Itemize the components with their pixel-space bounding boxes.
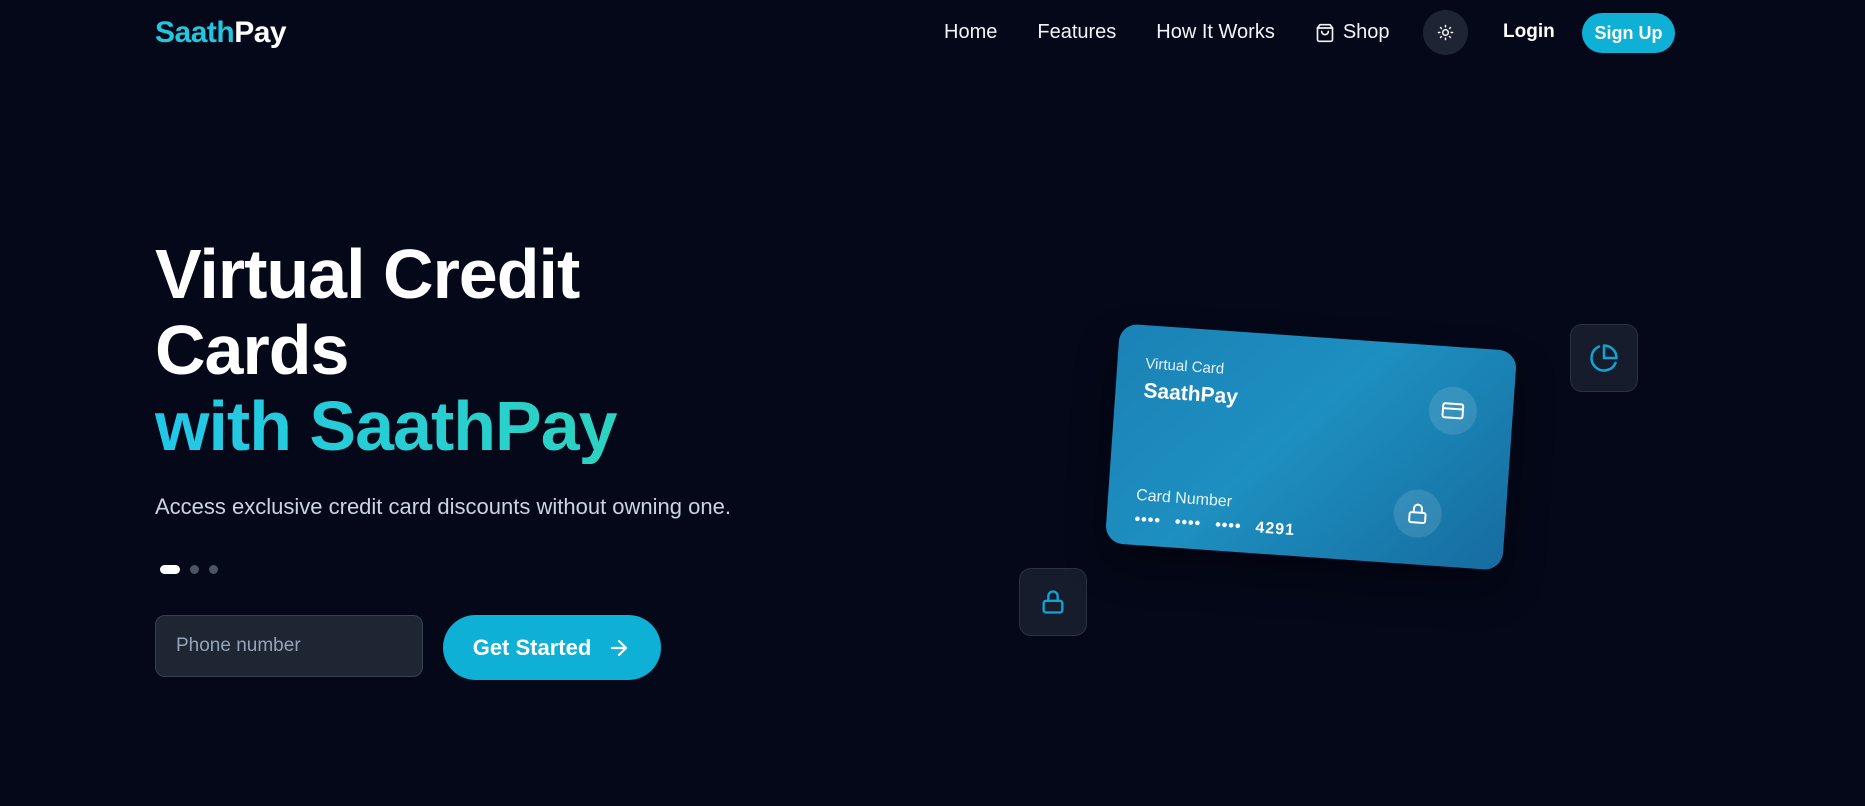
card-brand: SaathPay xyxy=(1142,379,1239,409)
hero-title-line-2: Cards xyxy=(155,311,349,389)
pie-chart-tile xyxy=(1570,324,1638,392)
card-number-group-1: •••• xyxy=(1133,510,1162,530)
lock-icon xyxy=(1408,503,1427,525)
shopping-bag-icon xyxy=(1316,23,1334,42)
credit-card-icon xyxy=(1441,402,1465,420)
card-label: Virtual Card xyxy=(1144,355,1225,378)
hero-subtitle: Access exclusive credit card discounts w… xyxy=(155,494,731,519)
card-number: •••• •••• •••• 4291 xyxy=(1134,511,1296,540)
hero-title-accent: with SaathPay xyxy=(155,387,618,465)
card-number-last4: 4291 xyxy=(1254,519,1296,540)
theme-toggle-button[interactable] xyxy=(1423,10,1468,55)
logo[interactable]: SaathPay xyxy=(155,16,287,50)
sun-icon xyxy=(1437,24,1454,41)
carousel-dot-1[interactable] xyxy=(160,565,180,574)
card-number-group-3: •••• xyxy=(1214,516,1243,536)
nav-link-shop-label: Shop xyxy=(1342,21,1390,43)
card-lock-badge xyxy=(1391,487,1444,540)
nav-link-features[interactable]: Features xyxy=(1037,21,1116,44)
get-started-label: Get Started xyxy=(472,634,592,660)
top-navbar: SaathPay Home Features How It Works Shop xyxy=(0,0,1865,68)
carousel-dot-3[interactable] xyxy=(209,565,218,574)
nav-links: Home Features How It Works Shop xyxy=(944,21,1390,44)
login-button[interactable]: Login xyxy=(1503,21,1555,43)
hero-title-line-1: Virtual Credit xyxy=(155,235,580,313)
get-started-button[interactable]: Get Started xyxy=(443,615,661,680)
signup-button[interactable]: Sign Up xyxy=(1582,13,1675,53)
lock-icon xyxy=(1042,590,1064,614)
nav-link-how-it-works[interactable]: How It Works xyxy=(1156,21,1275,44)
virtual-card: Virtual Card SaathPay Card Number •••• •… xyxy=(1104,323,1518,571)
logo-part-pay: Pay xyxy=(234,16,287,49)
logo-part-saath: Saath xyxy=(155,16,235,49)
card-number-group-2: •••• xyxy=(1174,513,1202,533)
card-number-label: Card Number xyxy=(1135,486,1233,511)
carousel-indicators xyxy=(160,565,218,574)
nav-link-shop[interactable]: Shop xyxy=(1315,21,1390,44)
arrow-right-icon xyxy=(611,639,628,656)
lock-tile xyxy=(1019,568,1087,636)
card-icon-badge xyxy=(1427,385,1479,437)
hero-title: Virtual Credit Cards with SaathPay xyxy=(155,235,618,465)
nav-link-home[interactable]: Home xyxy=(944,21,997,44)
carousel-dot-2[interactable] xyxy=(190,565,199,574)
phone-number-input[interactable] xyxy=(155,615,423,677)
pie-chart-icon xyxy=(1590,344,1618,372)
